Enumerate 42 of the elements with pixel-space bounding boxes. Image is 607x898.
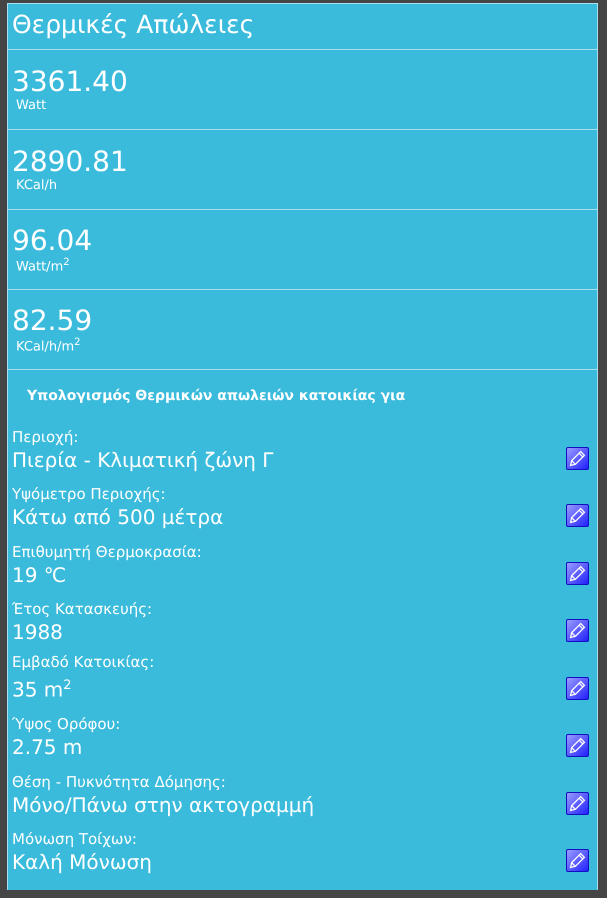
- result-value: 96.04: [12, 224, 94, 257]
- field-label: Θέση - Πυκνότητα Δόμησης:: [12, 772, 227, 792]
- field-label: Υψόμετρο Περιοχής:: [12, 484, 167, 504]
- pencil-icon: [569, 507, 586, 524]
- result-value: 82.59: [12, 304, 94, 337]
- edit-button[interactable]: [566, 562, 589, 584]
- field-value: 1988: [12, 619, 64, 646]
- pencil-icon: [569, 564, 586, 582]
- result-unit: KCal/h: [16, 178, 58, 193]
- field-value: Πιερία - Κλιματική ζώνη Γ: [12, 446, 274, 474]
- field-value: Μόνο/Πάνω στην ακτογραμμή: [12, 792, 314, 818]
- edit-button[interactable]: [566, 849, 589, 872]
- pencil-icon: [569, 794, 586, 812]
- field-label: Επιθυμητή Θερμοκρασία:: [12, 542, 202, 562]
- result-value: 2890.81: [12, 146, 129, 178]
- edit-button[interactable]: [566, 734, 589, 757]
- result-unit: Watt: [16, 98, 48, 113]
- result-value: 3361.40: [12, 66, 129, 98]
- field-label: Εμβαδό Κατοικίας:: [12, 652, 154, 672]
- pencil-icon: [569, 622, 586, 639]
- result-unit: Watt/m$^{2}$: [16, 256, 71, 274]
- pencil-icon: [569, 852, 586, 869]
- result-unit: KCal/h/m$^{2}$: [16, 336, 82, 354]
- edit-button[interactable]: [566, 446, 589, 470]
- edit-button[interactable]: [566, 676, 589, 700]
- field-value: 2.75 m: [12, 734, 84, 761]
- field-value: 19 ℃: [12, 562, 68, 588]
- edit-button[interactable]: [566, 619, 589, 642]
- field-value: 35 m$^{2}$: [12, 676, 73, 704]
- section-heading: Υπολογισμός Θερμικών απωλειών κατοικίας για: [26, 387, 406, 406]
- edit-button[interactable]: [566, 792, 589, 814]
- edit-button[interactable]: [566, 504, 589, 527]
- field-value: Κάτω από 500 μέτρα: [12, 504, 224, 531]
- field-label: Περιοχή:: [12, 426, 80, 446]
- field-label: Ύψος Ορόφου:: [12, 714, 120, 734]
- pencil-icon: [569, 680, 586, 696]
- pencil-icon: [569, 450, 586, 466]
- field-label: Έτος Κατασκευής:: [12, 599, 152, 619]
- panel-title: Θερμικές Απώλειες: [8, 4, 597, 50]
- field-label: Μόνωση Τοίχων:: [12, 829, 138, 849]
- pencil-icon: [569, 737, 586, 754]
- field-value: Καλή Μόνωση: [12, 849, 152, 876]
